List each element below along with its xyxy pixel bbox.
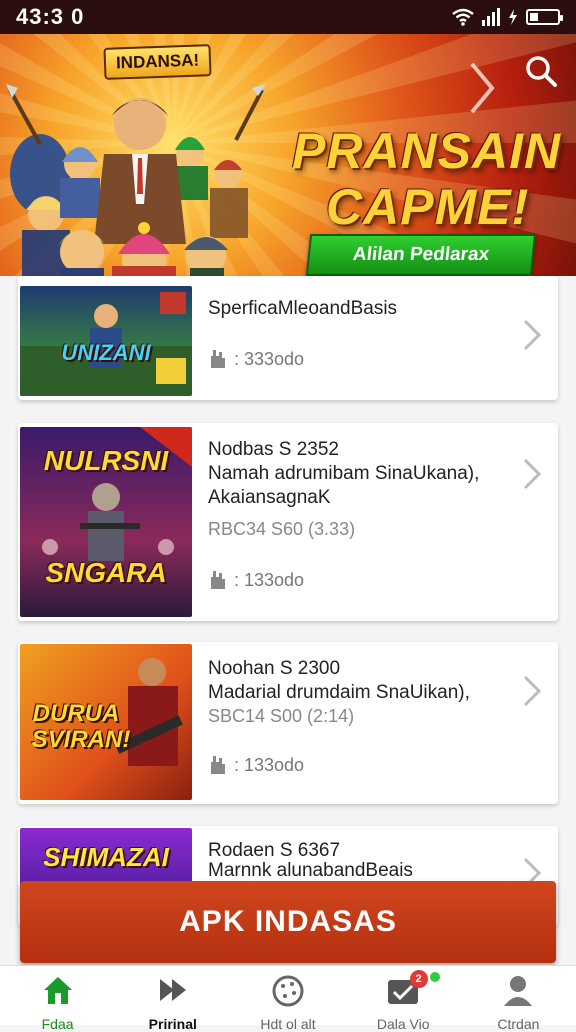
banner-tag: INDANSA! (103, 44, 212, 80)
list-item[interactable]: NULRSNI SNGARA Nodbas S 2352 Namah adrum… (18, 423, 558, 621)
chevron-right-icon[interactable] (522, 318, 542, 352)
download-count-text: : 133odo (234, 754, 305, 775)
search-icon[interactable] (524, 54, 558, 88)
thumbnail-title-top: NULRSNI (43, 445, 169, 476)
nav-label: Pririnal (148, 1016, 197, 1032)
chevron-right-icon[interactable] (466, 60, 496, 116)
banner-cta-button[interactable]: Alilan Pedlarax (305, 234, 537, 276)
game-meta: RBC34 S60 (3.33) (208, 519, 356, 539)
battery-icon (526, 9, 563, 25)
game-title: Rodaen S 6367 (208, 840, 341, 861)
thumbnail-title-top: DURUA (32, 700, 120, 727)
status-icons (452, 8, 563, 26)
game-meta: SBC14 S00 (2:14) (208, 706, 355, 726)
nav-label: Dala Vio (376, 1016, 430, 1032)
download-count: : 133odo (208, 569, 304, 591)
nav-item-explore[interactable]: Hdt ol alt (230, 966, 345, 1032)
nav-label: Fdaa (41, 1016, 74, 1032)
nav-item-profile[interactable]: Ctrdan (461, 966, 576, 1032)
status-time: 43:3 0 (16, 4, 85, 29)
hand-icon (211, 350, 225, 368)
download-count-text: : 133odo (234, 569, 305, 590)
promo-banner[interactable]: INDANSA! PRANSAIN CAPME! Alilan Pedlarax (0, 34, 576, 276)
download-count-text: : 333odo (234, 348, 305, 369)
online-dot (429, 972, 440, 982)
nav-item-home[interactable]: Fdaa (0, 966, 115, 1032)
list-item[interactable]: UNIZANI SperficaMleoandBasis : 333odo (18, 276, 558, 400)
game-subtitle-2: AkaiansagnaK (208, 487, 331, 508)
notification-badge: 2 (409, 970, 428, 988)
wifi-icon (452, 8, 474, 26)
nav-item-primary[interactable]: Pririnal (115, 966, 230, 1032)
nav-label: Hdt ol alt (260, 1016, 316, 1032)
signal-icon (482, 8, 500, 26)
game-subtitle: Madarial drumdaim SnaUikan), (208, 682, 470, 703)
game-subtitle: Namah adrumibam SinaUkana), (208, 463, 480, 484)
download-count: : 333odo (208, 348, 304, 370)
profile-icon (504, 976, 533, 1006)
compass-icon (272, 975, 304, 1007)
charging-icon (509, 9, 517, 25)
list-item[interactable]: DURUA SVIRAN! Noohan S 2300 Madarial dru… (18, 642, 558, 804)
chevron-right-icon[interactable] (522, 674, 542, 708)
thumbnail-title-bottom: SVIRAN! (31, 726, 131, 753)
bottom-nav: Fdaa Pririnal Hdt ol alt 2 Dala Vio Ctrd… (0, 965, 576, 1032)
fast-forward-icon (159, 979, 186, 1001)
nav-item-inbox[interactable]: 2 Dala Vio (346, 966, 461, 1032)
game-thumbnail: DURUA SVIRAN! (20, 644, 192, 800)
hand-icon (211, 571, 225, 589)
game-subtitle: Marnnk alunabandBeais (208, 860, 413, 881)
game-thumbnail: UNIZANI (20, 286, 192, 396)
nav-label: Ctrdan (497, 1016, 540, 1032)
game-title: Noohan S 2300 (208, 658, 341, 679)
banner-headline-line1: PRANSAIN (292, 123, 562, 179)
game-title: Nodbas S 2352 (208, 439, 339, 460)
game-title: SperficaMleoandBasis (208, 298, 398, 319)
hero-characters-image (6, 84, 266, 276)
apk-install-button[interactable]: APK INDASAS (20, 881, 556, 963)
banner-headline-line2: CAPME! (326, 179, 530, 235)
game-thumbnail: NULRSNI SNGARA (20, 427, 192, 617)
thumbnail-title-bottom: SNGARA (45, 557, 167, 588)
download-count: : 133odo (208, 754, 304, 776)
status-bar: 43:3 0 (0, 0, 576, 34)
home-icon (43, 977, 72, 1004)
thumbnail-title: UNIZANI (61, 340, 151, 365)
thumbnail-title: SHIMAZAI (43, 842, 169, 872)
hand-icon (211, 756, 225, 774)
chevron-right-icon[interactable] (522, 457, 542, 491)
